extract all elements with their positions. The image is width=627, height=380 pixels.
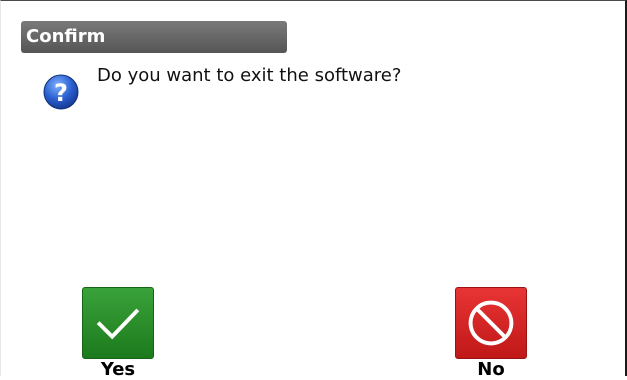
question-icon: ? bbox=[43, 74, 79, 110]
confirm-dialog: Confirm ? Do you want to exit the softwa… bbox=[0, 0, 627, 380]
yes-button[interactable] bbox=[82, 287, 154, 359]
no-button-label[interactable]: No bbox=[455, 359, 527, 380]
svg-text:?: ? bbox=[54, 79, 68, 107]
yes-button-label[interactable]: Yes bbox=[82, 359, 154, 380]
prohibited-icon bbox=[468, 300, 514, 346]
dialog-message: Do you want to exit the software? bbox=[97, 65, 402, 86]
checkmark-icon bbox=[96, 308, 140, 340]
dialog-title: Confirm bbox=[21, 21, 287, 53]
no-button[interactable] bbox=[455, 287, 527, 359]
